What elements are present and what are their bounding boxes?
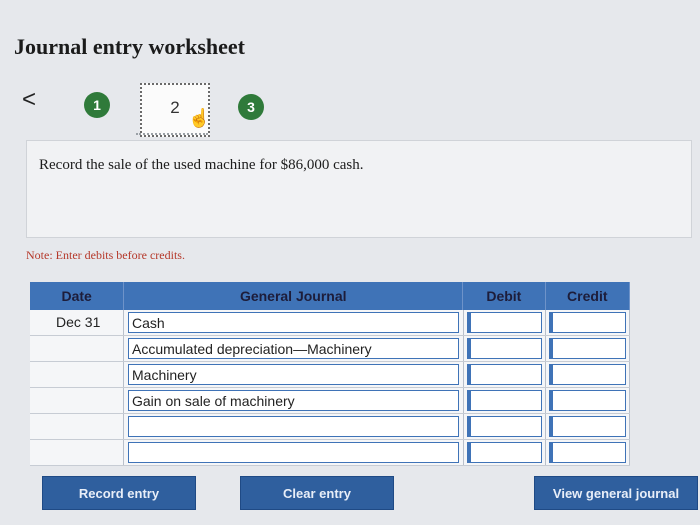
back-chevron-icon[interactable]: < [22,88,42,112]
debit-cell [464,362,546,387]
debit-input[interactable] [467,442,542,463]
worksheet-title: Journal entry worksheet [14,34,245,59]
credit-input[interactable] [549,338,626,359]
credit-input[interactable] [549,364,626,385]
credit-input[interactable] [549,390,626,411]
header-date: Date [30,282,125,310]
step-3-button[interactable]: 3 [238,94,264,120]
table-row [30,336,630,362]
debit-cell [464,388,546,413]
header-general-journal: General Journal [124,282,464,310]
table-row [30,440,630,466]
debit-input[interactable] [467,364,542,385]
account-input[interactable] [128,312,459,333]
debit-cell [464,414,546,439]
account-cell [124,414,464,439]
credit-cell [546,362,630,387]
date-cell: Dec 31 [30,310,124,335]
account-input[interactable] [128,390,459,411]
table-row: Dec 31 [30,310,630,336]
account-cell [124,388,464,413]
clear-entry-button[interactable]: Clear entry [240,476,394,510]
credit-cell [546,440,630,465]
credit-input[interactable] [549,312,626,333]
date-cell [30,440,124,465]
table-row [30,388,630,414]
hand-pointer-icon: ☝ [188,108,211,128]
debit-cell [464,336,546,361]
account-input[interactable] [128,338,459,359]
instruction-text: Record the sale of the used machine for … [39,157,364,173]
table-row [30,414,630,440]
account-input[interactable] [128,364,459,385]
debit-input[interactable] [467,338,542,359]
journal-header-row: Date General Journal Debit Credit [30,282,630,310]
header-credit: Credit [546,282,630,310]
view-general-journal-button[interactable]: View general journal [534,476,698,510]
account-cell [124,362,464,387]
debit-cell [464,310,546,335]
credit-cell [546,336,630,361]
account-input[interactable] [128,442,459,463]
credit-cell [546,388,630,413]
account-cell [124,336,464,361]
debit-input[interactable] [467,312,542,333]
date-cell [30,414,124,439]
header-debit: Debit [463,282,546,310]
instruction-panel: Record the sale of the used machine for … [26,140,692,238]
record-entry-button[interactable]: Record entry [42,476,196,510]
date-cell [30,362,124,387]
step-1-button[interactable]: 1 [84,92,110,118]
debit-input[interactable] [467,416,542,437]
credit-input[interactable] [549,416,626,437]
date-cell [30,388,124,413]
journal-body: Dec 31 [30,310,630,466]
note-text: Note: Enter debits before credits. [26,248,185,262]
journal-table: Date General Journal Debit Credit Dec 31 [30,282,630,466]
date-cell [30,336,124,361]
account-cell [124,440,464,465]
credit-cell [546,310,630,335]
debit-cell [464,440,546,465]
table-row [30,362,630,388]
active-step-indicator [136,133,208,135]
credit-cell [546,414,630,439]
debit-input[interactable] [467,390,542,411]
account-input[interactable] [128,416,459,437]
account-cell [124,310,464,335]
credit-input[interactable] [549,442,626,463]
